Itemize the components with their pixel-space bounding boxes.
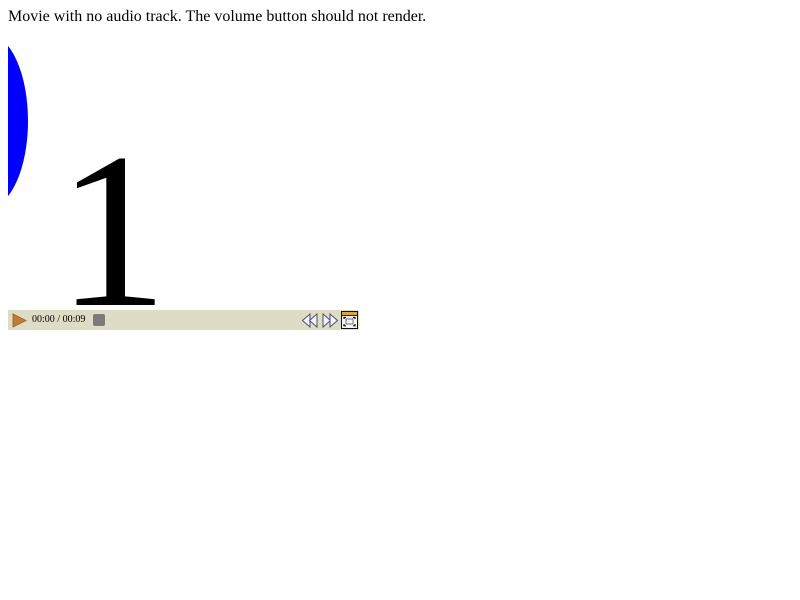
time-display: 00:00 / 00:09: [32, 314, 85, 326]
time-separator: /: [57, 314, 61, 325]
fast-forward-icon: [322, 313, 339, 328]
current-time: 00:00: [32, 314, 55, 325]
play-button[interactable]: [11, 313, 27, 328]
duration: 00:09: [62, 314, 86, 325]
blue-shape: [8, 42, 28, 207]
media-controls: 00:00 / 00:09: [8, 310, 359, 330]
frame-number: 1: [57, 108, 168, 310]
fast-forward-button[interactable]: [322, 313, 339, 328]
play-icon: [12, 313, 27, 328]
rewind-button[interactable]: [301, 313, 318, 328]
page-description: Movie with no audio track. The volume bu…: [8, 8, 427, 25]
fullscreen-icon: [341, 311, 358, 329]
rewind-icon: [301, 313, 318, 328]
video-player[interactable]: 1: [8, 42, 359, 310]
fullscreen-button[interactable]: [341, 311, 358, 329]
scrubber-thumb[interactable]: [93, 314, 105, 326]
